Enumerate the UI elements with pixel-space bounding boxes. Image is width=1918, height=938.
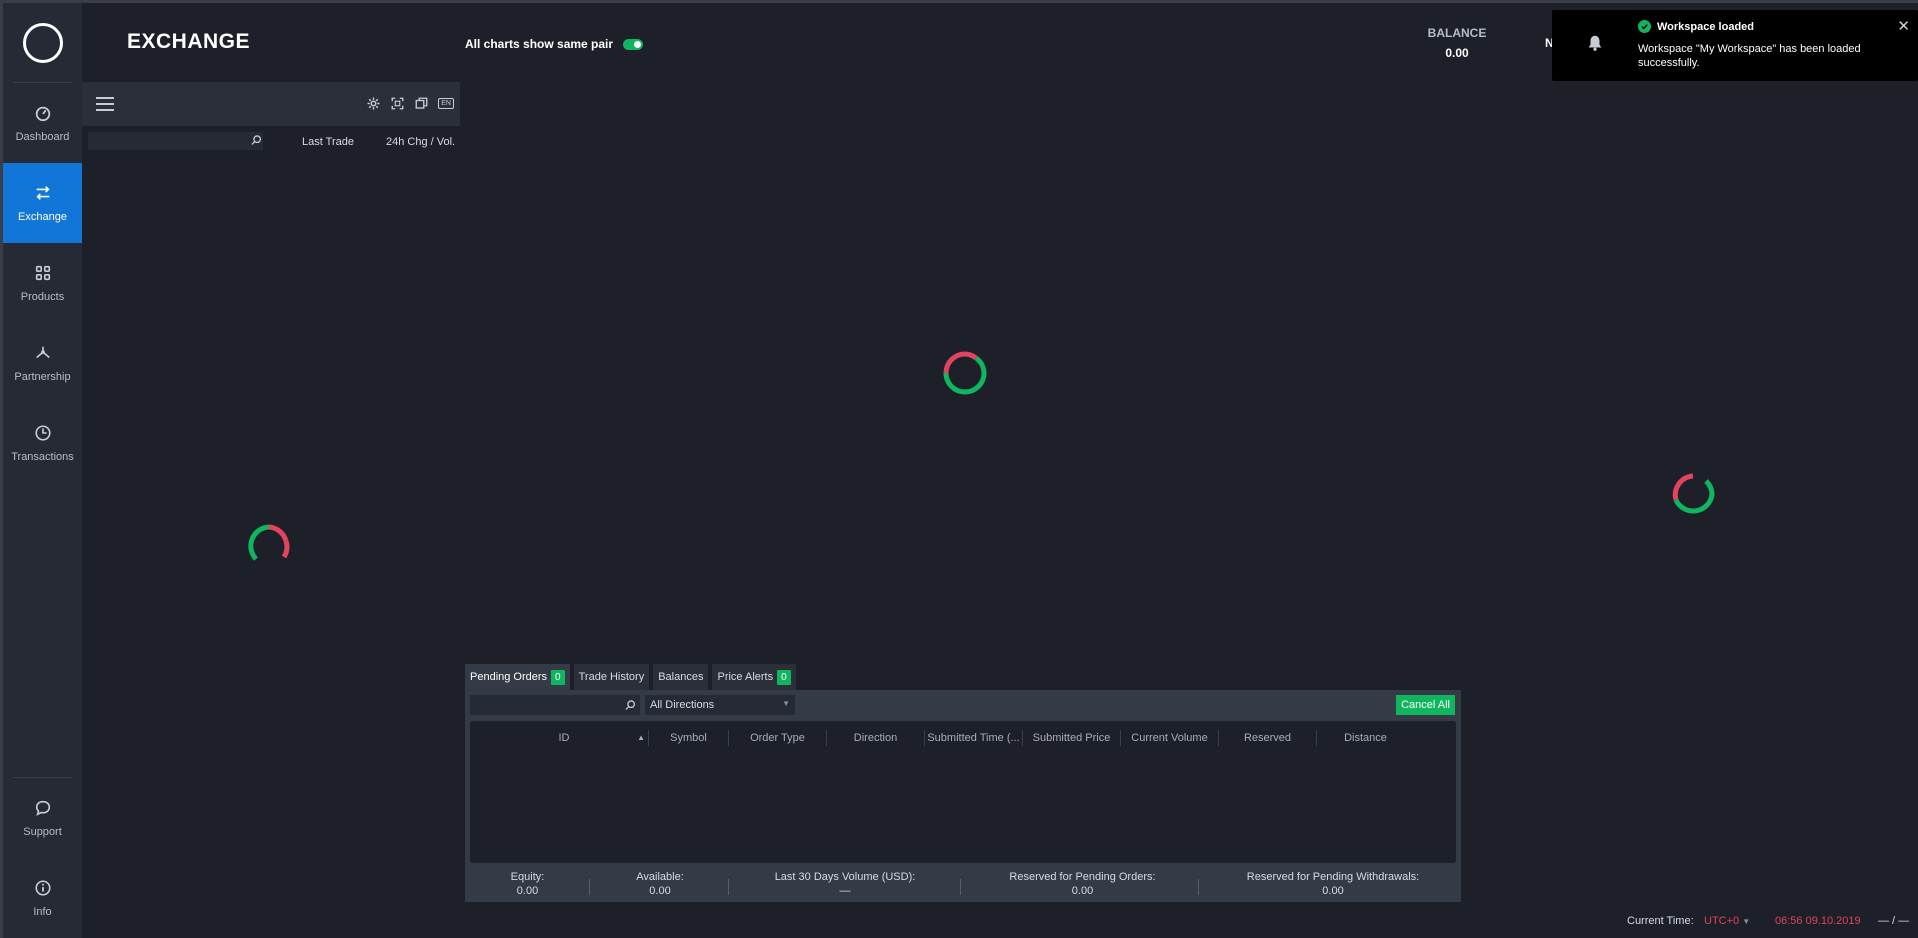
tab-label: Pending Orders (470, 671, 548, 683)
summary-equity: Equity: 0.00 (510, 871, 545, 897)
sidebar-item-info[interactable]: Info (3, 858, 82, 938)
tab-label: Trade History (578, 671, 645, 683)
sidebar-item-label: Exchange (18, 210, 67, 223)
sidebar-item-label: Partnership (14, 370, 71, 383)
chevron-down-icon: ▼ (782, 699, 790, 708)
tab-trade-history[interactable]: Trade History (573, 664, 650, 690)
loading-spinner-icon (1672, 473, 1715, 514)
sidebar-item-label: Info (33, 905, 52, 918)
top-border (0, 0, 1918, 3)
same-pair-label: All charts show same pair (465, 37, 614, 51)
sidebar-bottom: Support Info (3, 777, 82, 938)
page-title: EXCHANGE (127, 30, 251, 53)
tab-balances[interactable]: Balances (653, 664, 709, 690)
loading-spinner-icon (248, 524, 290, 561)
market-toolbar-icons: EN (366, 96, 454, 111)
notification-toast: Workspace loaded Workspace "My Workspace… (1552, 10, 1918, 81)
balance-label: BALANCE (1427, 26, 1487, 40)
orders-search-input[interactable] (470, 695, 640, 715)
sidebar-item-transactions[interactable]: Transactions (3, 403, 82, 483)
footer-extra: — / — (1878, 915, 1910, 927)
market-search-row: Last Trade 24h Chg / Vol. (82, 128, 460, 154)
tab-label: Price Alerts (717, 671, 774, 683)
orders-table: ID ▲ Symbol Order Type Direction Submitt… (470, 721, 1456, 863)
same-pair-setting: All charts show same pair (465, 37, 644, 51)
transactions-icon (34, 424, 51, 441)
sidebar: Dashboard Exchange Products Partnership … (0, 3, 82, 938)
account-summary: Equity: 0.00 Available: 0.00 Last 30 Day… (465, 865, 1461, 902)
balance-widget[interactable]: BALANCE 0.00 (1420, 26, 1494, 60)
column-symbol[interactable]: Symbol (648, 730, 728, 746)
summary-reserved-orders: Reserved for Pending Orders: 0.00 (1009, 871, 1156, 897)
current-time-label: Current Time: (1627, 915, 1694, 927)
orders-tabs: Pending Orders 0 Trade History Balances … (465, 664, 796, 690)
column-current-volume[interactable]: Current Volume (1120, 730, 1218, 746)
logo-ring-icon (22, 22, 63, 63)
tab-price-alerts[interactable]: Price Alerts 0 (712, 664, 796, 690)
column-id[interactable]: ID ▲ (480, 730, 648, 746)
market-toolbar: EN (82, 82, 460, 126)
column-reserved[interactable]: Reserved (1218, 730, 1316, 746)
notification-title: Workspace loaded (1657, 20, 1754, 33)
search-icon (251, 135, 262, 145)
close-icon[interactable]: ✕ (1897, 17, 1910, 35)
sidebar-item-label: Products (20, 290, 65, 303)
sidebar-item-products[interactable]: Products (3, 243, 82, 323)
tab-pending-orders[interactable]: Pending Orders 0 (465, 664, 570, 690)
copy-window-icon[interactable] (414, 96, 429, 111)
column-submitted-time[interactable]: Submitted Time (... (924, 730, 1022, 746)
success-check-icon (1638, 20, 1651, 33)
sidebar-item-dashboard[interactable]: Dashboard (3, 83, 82, 163)
sort-ascending-icon: ▲ (637, 733, 645, 742)
column-last-trade[interactable]: Last Trade (302, 136, 354, 148)
exchange-icon (35, 185, 50, 200)
sidebar-item-label: Transactions (11, 450, 74, 463)
sidebar-item-label: Support (23, 825, 62, 838)
language-button[interactable]: EN (438, 98, 454, 109)
bell-icon[interactable] (1586, 34, 1604, 52)
fullscreen-icon[interactable] (390, 96, 405, 111)
cancel-all-button[interactable]: Cancel All (1396, 695, 1455, 715)
notification-message: Workspace "My Workspace" has been loaded… (1638, 43, 1861, 69)
column-order-type[interactable]: Order Type (728, 730, 826, 746)
orders-table-header: ID ▲ Symbol Order Type Direction Submitt… (470, 730, 1456, 746)
direction-filter-select[interactable]: All Directions ▼ (645, 695, 795, 715)
balance-value: 0.00 (1445, 46, 1469, 60)
logo[interactable] (13, 3, 72, 83)
hamburger-menu-icon[interactable] (96, 97, 114, 111)
info-icon (34, 879, 51, 896)
same-pair-toggle[interactable] (623, 38, 644, 50)
sidebar-item-exchange[interactable]: Exchange (3, 163, 82, 243)
gear-icon[interactable] (366, 96, 381, 111)
column-24h-change-volume[interactable]: 24h Chg / Vol. (386, 136, 455, 148)
summary-reserved-withdrawals: Reserved for Pending Withdrawals: 0.00 (1246, 871, 1420, 897)
dashboard-icon (35, 106, 50, 121)
partnership-icon (35, 346, 50, 358)
sidebar-item-label: Dashboard (15, 130, 70, 143)
search-icon (625, 700, 636, 710)
pending-orders-count-badge: 0 (551, 669, 565, 685)
tab-label: Balances (658, 671, 704, 683)
market-search-input[interactable] (88, 132, 263, 150)
column-submitted-price[interactable]: Submitted Price (1022, 730, 1120, 746)
sidebar-item-support[interactable]: Support (3, 778, 82, 858)
summary-available: Available: 0.00 (636, 871, 684, 897)
column-distance[interactable]: Distance (1316, 730, 1414, 746)
summary-30d-volume: Last 30 Days Volume (USD): — (774, 871, 916, 897)
orders-panel: All Directions ▼ Cancel All ID ▲ Symbol … (465, 690, 1461, 902)
timezone-select[interactable]: UTC+0 ▼ (1704, 915, 1750, 927)
summary-divider (1198, 879, 1199, 895)
column-direction[interactable]: Direction (826, 730, 924, 746)
chevron-down-icon: ▼ (1742, 917, 1751, 926)
notification-title-row: Workspace loaded (1638, 20, 1904, 33)
summary-divider (728, 879, 729, 895)
current-time-value: 06:56 09.10.2019 (1775, 915, 1861, 927)
direction-filter-value: All Directions (650, 699, 715, 711)
products-icon (35, 265, 50, 280)
price-alerts-count-badge: 0 (777, 669, 791, 685)
sidebar-item-partnership[interactable]: Partnership (3, 323, 82, 403)
support-icon (35, 800, 50, 816)
loading-spinner-icon (943, 351, 987, 395)
